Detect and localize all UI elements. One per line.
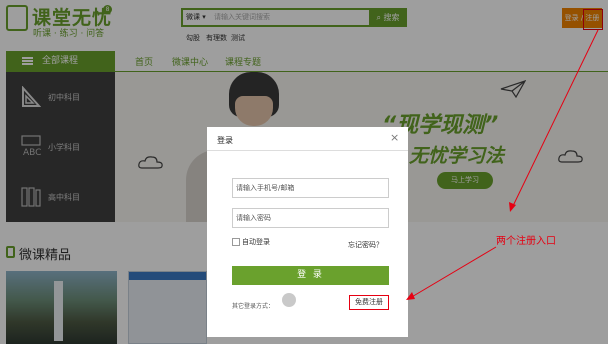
logo-icon[interactable] [6,5,28,31]
other-login-label: 其它登录方式： [232,303,275,310]
login-submit-button[interactable]: 登 录 [232,266,389,285]
course-thumbnail[interactable] [128,271,207,344]
annotation-text: 两个注册入口 [496,236,556,247]
nav-home[interactable]: 首页 [135,55,153,68]
sidebar-item-label: 小学科目 [48,143,80,152]
learn-now-button[interactable]: 马上学习 [437,172,493,189]
third-party-login-icon[interactable] [282,293,296,307]
modal-divider [207,150,408,151]
register-highlight-box [583,9,603,30]
hot-word-link[interactable]: 有理数 [206,33,227,43]
search-input[interactable] [212,10,372,24]
search-button[interactable]: ⌕ 搜索 [369,8,407,27]
sidebar-item-junior[interactable]: 初中科目 [6,72,115,122]
books-icon [21,187,41,207]
ruler-icon [22,86,41,107]
sidebar-item-label: 初中科目 [48,93,80,102]
nav-course-topics[interactable]: 课程专题 [225,55,261,68]
password-field[interactable] [232,208,389,228]
nav-micro-course[interactable]: 微课中心 [172,55,208,68]
logo-subtitle: 听课 · 练习 · 问答 [33,29,105,39]
cloud-icon [138,156,163,169]
svg-text:ABC: ABC [23,148,41,157]
close-icon[interactable]: × [390,132,399,144]
section-title: 微课精品 [19,248,72,263]
all-courses-menu[interactable]: 全部课程 [6,51,115,71]
book-icon [6,246,15,258]
forgot-password-link[interactable]: 忘记密码？ [348,240,383,250]
paper-plane-icon [500,80,526,98]
abc-icon: ABC [21,135,41,157]
sidebar-item-primary[interactable]: ABC 小学科目 [6,122,115,172]
hot-word-link[interactable]: 勾股 [186,33,200,43]
sidebar-item-senior[interactable]: 高中科目 [6,172,115,222]
sidebar-item-label: 高中科目 [48,193,80,202]
cloud-icon [558,150,583,163]
modal-title: 登录 [217,136,233,145]
auto-login-label: 自动登录 [242,238,270,246]
auto-login-checkbox[interactable] [232,238,240,246]
search-category-select[interactable]: 微课 ▾ [186,12,206,22]
logo-badge: 8 [103,5,112,14]
menu-icon [22,57,33,65]
banner-slogan-2: 无忧学习法 [409,145,505,167]
course-thumbnail[interactable] [6,271,117,344]
search-icon: ⌕ [376,13,381,22]
all-courses-label: 全部课程 [42,56,79,66]
hot-word-link[interactable]: 测试 [231,33,245,43]
free-register-link[interactable]: 免费注册 [349,295,389,310]
phone-email-field[interactable] [232,178,389,198]
